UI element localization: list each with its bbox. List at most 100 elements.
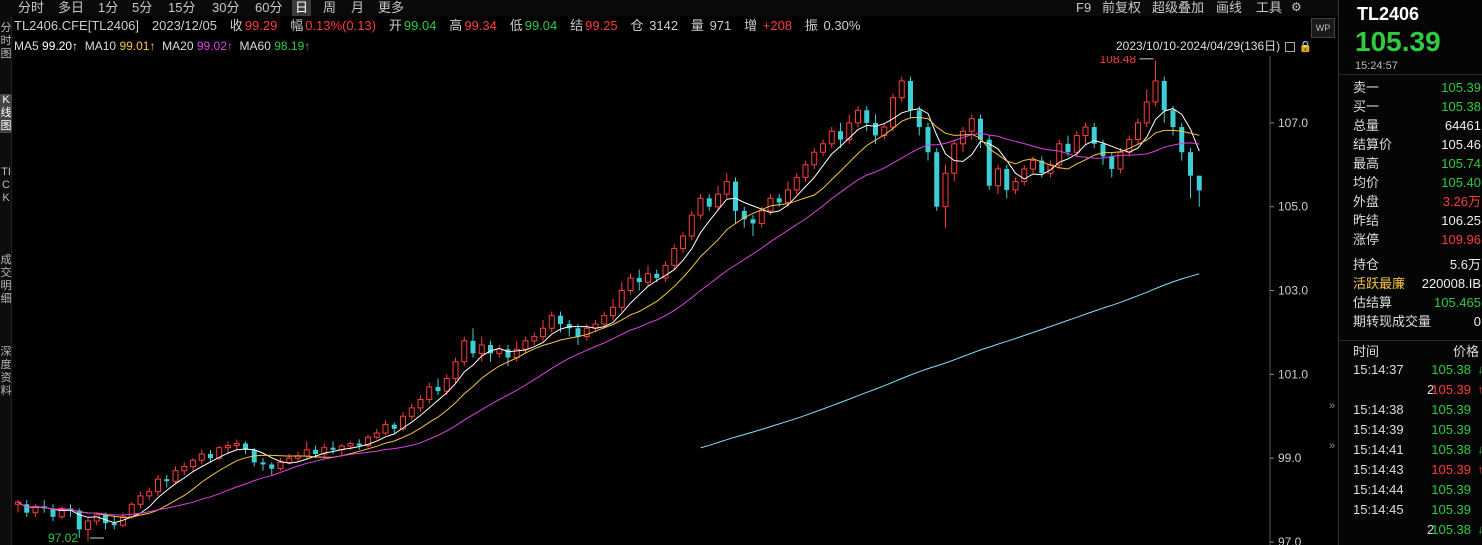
max-price-label: 108.48 bbox=[1100, 56, 1137, 66]
ma60-label: MA60 bbox=[239, 39, 271, 53]
tick-price: 105.39 bbox=[1431, 462, 1471, 477]
tick-price: 105.39 bbox=[1431, 382, 1471, 397]
candle-body bbox=[540, 327, 546, 338]
candle-body bbox=[1161, 80, 1167, 111]
candle-body bbox=[303, 449, 310, 457]
candle-body bbox=[190, 459, 196, 468]
low-value: 99.04 bbox=[524, 18, 558, 33]
quote-row-value: 0 bbox=[1473, 314, 1481, 329]
settle-label: 结 bbox=[570, 18, 584, 33]
draw-button[interactable]: 画线 bbox=[1216, 0, 1242, 16]
candle-body bbox=[846, 122, 853, 141]
y-tick-label: 107.0 bbox=[1278, 116, 1308, 130]
candle-body bbox=[1109, 156, 1115, 169]
candle-body bbox=[654, 273, 660, 278]
candle-body bbox=[496, 348, 503, 354]
candle-body bbox=[1065, 143, 1071, 153]
symbol-label: TL2406.CFE[TL2406] bbox=[14, 18, 140, 33]
candle-body bbox=[313, 449, 318, 454]
vtab-timeshare[interactable]: 分时图 bbox=[0, 22, 12, 61]
candle-body bbox=[531, 336, 538, 342]
candle-body bbox=[873, 122, 878, 136]
quote-row-label: 期转现成交量 bbox=[1353, 314, 1432, 329]
period-tab-60min[interactable]: 60分 bbox=[255, 0, 282, 16]
settings-gear-icon[interactable]: ⚙ bbox=[1291, 0, 1302, 16]
tick-price: 105.38 bbox=[1431, 362, 1471, 377]
candle-body bbox=[688, 214, 695, 237]
ticks-header-time: 时间 bbox=[1353, 344, 1380, 359]
period-tab-timeshare[interactable]: 分时 bbox=[18, 0, 44, 16]
bar-date: 2023/12/05 bbox=[151, 18, 217, 33]
candle-body bbox=[1021, 168, 1028, 183]
overlay-button[interactable]: 超级叠加 bbox=[1152, 0, 1204, 16]
vtab-depth[interactable]: 深度资料 bbox=[0, 346, 12, 398]
candle-body bbox=[382, 424, 389, 434]
period-tab-week[interactable]: 周 bbox=[323, 0, 336, 16]
candle-body bbox=[706, 198, 712, 207]
ma60-value: 98.19↑ bbox=[274, 39, 311, 53]
kline-chart[interactable]: 107.0 105.0 103.0 101.0 99.0 97.0 108.48 97.02 bbox=[12, 56, 1338, 545]
candle-body bbox=[618, 290, 625, 308]
period-tab-more[interactable]: 更多 bbox=[378, 0, 404, 16]
amp-value: 0.13%(0.13) bbox=[305, 18, 377, 33]
quote-row: 总量 64461 bbox=[1353, 116, 1481, 135]
quote-row-value: 64461 bbox=[1444, 118, 1481, 133]
expand-chevron-icon[interactable]: » bbox=[1329, 400, 1335, 412]
date-range[interactable]: 2023/10/10-2024/04/29(136日) 🔒 bbox=[1116, 38, 1313, 54]
tick-price: 105.39 bbox=[1431, 482, 1471, 497]
period-tab-month[interactable]: 月 bbox=[351, 0, 364, 16]
candle-body bbox=[671, 248, 678, 266]
candle-body bbox=[347, 443, 354, 447]
quote-row-label: 外盘 bbox=[1353, 194, 1380, 209]
candle-body bbox=[715, 193, 721, 208]
ma120-line bbox=[700, 273, 1200, 449]
range-toggle-icon[interactable] bbox=[1285, 41, 1296, 52]
tools-button[interactable]: 工具 bbox=[1256, 0, 1282, 16]
quote-row-value: 109.96 bbox=[1441, 232, 1481, 247]
candle-body bbox=[417, 398, 424, 409]
quote-row: 均价 105.40 bbox=[1353, 173, 1481, 192]
candle-body bbox=[461, 340, 468, 363]
candle-body bbox=[330, 447, 336, 450]
candle-body bbox=[995, 168, 1001, 187]
vtab-tick[interactable]: TICK bbox=[0, 166, 12, 205]
vtab-kline[interactable]: K线图 bbox=[0, 94, 12, 133]
period-tab-day[interactable]: 日 bbox=[292, 0, 312, 16]
candle-body bbox=[776, 198, 782, 203]
y-tick-label: 99.0 bbox=[1278, 451, 1302, 465]
expand-chevron-icon[interactable]: » bbox=[1329, 440, 1335, 452]
candle-body bbox=[802, 164, 809, 178]
candle-body bbox=[356, 443, 362, 446]
candle-body bbox=[645, 273, 651, 283]
y-tick-label: 101.0 bbox=[1278, 367, 1308, 381]
quote-row-value: 5.6万 bbox=[1449, 257, 1481, 272]
period-tab-15min[interactable]: 15分 bbox=[168, 0, 195, 16]
tick-time: 15:14:38 bbox=[1353, 402, 1404, 417]
tick-row: 15:14:38 105.39 bbox=[1353, 400, 1482, 420]
candle-body bbox=[1004, 168, 1010, 190]
period-tab-multiday[interactable]: 多日 bbox=[58, 0, 84, 16]
candle-body bbox=[233, 443, 240, 447]
quote-row-value: 105.465 bbox=[1434, 295, 1481, 310]
candle-body bbox=[1100, 143, 1106, 157]
quote-row: 昨结 106.25 bbox=[1353, 211, 1481, 230]
period-tab-1min[interactable]: 1分 bbox=[98, 0, 118, 16]
oi-value: 3142 bbox=[649, 18, 679, 33]
period-tab-30min[interactable]: 30分 bbox=[212, 0, 239, 16]
adjust-button[interactable]: 前复权 bbox=[1102, 0, 1141, 16]
wp-icon[interactable]: WP bbox=[1311, 18, 1335, 38]
arrow-up-icon: ↑ bbox=[1477, 384, 1482, 396]
lock-icon[interactable]: 🔒 bbox=[1299, 41, 1313, 53]
period-tab-5min[interactable]: 5分 bbox=[132, 0, 152, 16]
quote-row-label: 卖一 bbox=[1353, 80, 1380, 95]
candle-body bbox=[697, 197, 704, 216]
candle-body bbox=[452, 361, 459, 380]
candle-body bbox=[1143, 101, 1150, 124]
f9-button[interactable]: F9 bbox=[1076, 0, 1091, 16]
tick-time: 15:14:41 bbox=[1353, 442, 1404, 457]
quote-row-value: 220008.IB bbox=[1421, 276, 1481, 291]
ticks-header: 时间 价格 bbox=[1353, 342, 1482, 362]
quote-code: TL2406 bbox=[1357, 4, 1420, 24]
vtab-trades[interactable]: 成交明细 bbox=[0, 254, 12, 306]
candle-body bbox=[111, 523, 117, 526]
